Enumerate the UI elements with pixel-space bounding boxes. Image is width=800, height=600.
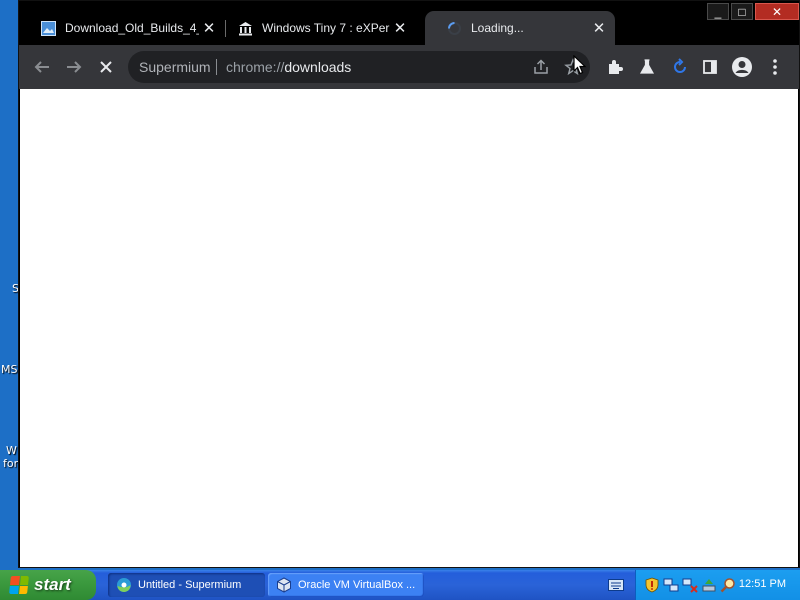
minimize-button[interactable]: _ xyxy=(707,3,729,20)
taskbar-item-label: Oracle VM VirtualBox ... xyxy=(298,579,416,591)
browser-window: _ □ ✕ Download_Old_Builds_4_3 ✕ Windows … xyxy=(18,0,800,568)
network-disconnected-icon[interactable] xyxy=(682,577,698,593)
taskbar-item-supermium[interactable]: Untitled - Supermium xyxy=(108,573,265,597)
url-scheme: chrome:// xyxy=(226,59,285,75)
tab-download-old-builds[interactable]: Download_Old_Builds_4_3 ✕ xyxy=(19,11,225,45)
desktop-icon-label[interactable]: MS xyxy=(1,363,17,376)
labs-flask-icon[interactable] xyxy=(636,56,658,78)
safely-remove-hardware-icon[interactable] xyxy=(701,577,717,593)
tab-title: Download_Old_Builds_4_3 xyxy=(65,21,199,35)
keyboard-layout-icon[interactable] xyxy=(606,573,626,597)
loading-spinner-icon xyxy=(447,21,462,36)
url-text[interactable]: chrome://downloads xyxy=(226,59,351,75)
security-shield-icon[interactable] xyxy=(644,577,660,593)
start-button[interactable]: start xyxy=(0,570,96,600)
browser-toolbar: Supermium chrome://downloads xyxy=(19,45,799,89)
browser-icon xyxy=(116,577,132,593)
kebab-menu-icon[interactable] xyxy=(764,56,786,78)
system-tray: 12:51 PM xyxy=(635,570,800,600)
tab-title: Windows Tiny 7 : eXPerien xyxy=(262,21,390,35)
side-panel-icon[interactable] xyxy=(699,56,721,78)
close-tab-icon[interactable]: ✕ xyxy=(589,19,609,37)
tab-title: Loading... xyxy=(471,21,524,35)
sync-refresh-icon[interactable] xyxy=(669,56,691,78)
mouse-cursor-icon xyxy=(573,55,587,75)
clock[interactable]: 12:51 PM xyxy=(739,578,786,590)
omnibox-divider xyxy=(216,59,217,75)
virtualbox-icon xyxy=(276,577,292,593)
taskbar-item-virtualbox[interactable]: Oracle VM VirtualBox ... xyxy=(268,573,424,597)
stop-loading-icon[interactable] xyxy=(95,56,117,78)
share-icon[interactable] xyxy=(530,56,552,78)
desktop-icon-label[interactable]: W xyxy=(6,444,17,457)
forward-arrow-icon[interactable] xyxy=(63,56,85,78)
page-content-area xyxy=(20,89,798,567)
taskbar: start Untitled - Supermium Oracle VM Vir… xyxy=(0,570,800,600)
archive-building-icon xyxy=(238,21,253,36)
close-tab-icon[interactable]: ✕ xyxy=(390,19,410,37)
search-magnifier-icon[interactable] xyxy=(720,577,736,593)
maximize-button[interactable]: □ xyxy=(731,3,753,20)
extensions-puzzle-icon[interactable] xyxy=(604,56,626,78)
profile-avatar-icon[interactable] xyxy=(731,56,753,78)
network-icon[interactable] xyxy=(663,577,679,593)
desktop-icon-label[interactable]: for xyxy=(3,457,18,470)
tab-strip: Download_Old_Builds_4_3 ✕ Windows Tiny 7… xyxy=(19,11,699,45)
image-favicon-icon xyxy=(41,20,56,36)
url-host: downloads xyxy=(284,59,352,75)
close-window-button[interactable]: ✕ xyxy=(755,3,799,20)
back-arrow-icon[interactable] xyxy=(31,56,53,78)
site-chip: Supermium xyxy=(139,59,211,75)
tab-windows-tiny-7[interactable]: Windows Tiny 7 : eXPerien ✕ xyxy=(216,11,416,45)
start-label: start xyxy=(34,575,71,594)
windows-flag-icon xyxy=(9,576,29,594)
tab-loading[interactable]: Loading... ✕ xyxy=(425,11,615,45)
address-bar[interactable]: Supermium chrome://downloads xyxy=(128,51,590,83)
taskbar-item-label: Untitled - Supermium xyxy=(138,579,242,591)
window-caption-buttons: _ □ ✕ xyxy=(707,3,799,20)
